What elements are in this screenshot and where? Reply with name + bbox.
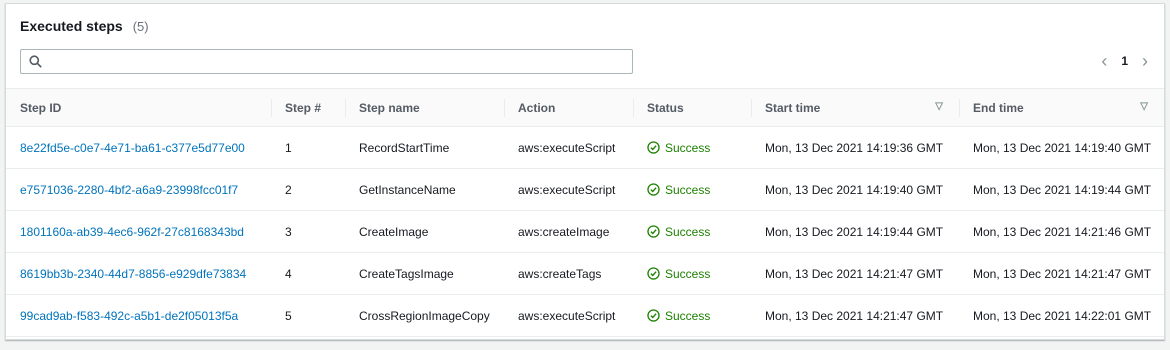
end-time: Mon, 13 Dec 2021 14:21:47 GMT — [973, 266, 1152, 281]
table-row: 99cad9ab-f583-492c-a5b1-de2f05013f5a 5 C… — [6, 295, 1164, 337]
step-number: 1 — [285, 140, 292, 155]
step-action: aws:executeScript — [518, 308, 616, 323]
step-status: Success — [633, 127, 751, 169]
table-row: e7571036-2280-4bf2-a6a9-23998fcc01f7 2 G… — [6, 169, 1164, 211]
start-time: Mon, 13 Dec 2021 14:19:40 GMT — [765, 182, 944, 197]
step-action: aws:createTags — [518, 266, 602, 281]
step-name: CreateImage — [359, 224, 429, 239]
step-status: Success — [633, 295, 751, 337]
step-action: aws:createImage — [518, 224, 610, 239]
column-header-action[interactable]: Action — [504, 89, 633, 127]
end-time: Mon, 13 Dec 2021 14:19:40 GMT — [973, 140, 1152, 155]
step-action: aws:executeScript — [518, 140, 616, 155]
start-time: Mon, 13 Dec 2021 14:21:47 GMT — [765, 266, 944, 281]
end-time: Mon, 13 Dec 2021 14:19:44 GMT — [973, 182, 1152, 197]
step-name: CrossRegionImageCopy — [359, 308, 490, 323]
column-header-step-id[interactable]: Step ID — [6, 89, 271, 127]
panel-header: Executed steps (5) — [20, 18, 149, 38]
step-number: 5 — [285, 308, 292, 323]
start-time: Mon, 13 Dec 2021 14:19:44 GMT — [765, 224, 944, 239]
executed-steps-panel: Executed steps (5) ‹ 1 › Step ID Step # … — [5, 3, 1165, 340]
start-time: Mon, 13 Dec 2021 14:21:47 GMT — [765, 308, 944, 323]
sort-down-icon[interactable]: ▽ — [1140, 101, 1148, 112]
step-number: 4 — [285, 266, 292, 281]
end-time: Mon, 13 Dec 2021 14:21:46 GMT — [973, 224, 1152, 239]
success-check-icon — [647, 267, 660, 280]
pagination: ‹ 1 › — [1101, 52, 1148, 70]
step-id-link[interactable]: e7571036-2280-4bf2-a6a9-23998fcc01f7 — [6, 169, 271, 211]
panel-title: Executed steps — [20, 18, 123, 34]
column-header-start-time[interactable]: Start time ▽ — [751, 89, 959, 127]
success-check-icon — [647, 309, 660, 322]
current-page[interactable]: 1 — [1121, 54, 1128, 68]
success-check-icon — [647, 183, 660, 196]
column-header-step-name[interactable]: Step name — [345, 89, 504, 127]
step-status: Success — [633, 253, 751, 295]
column-header-status[interactable]: Status — [633, 89, 751, 127]
table-row: 1801160a-ab39-4ec6-962f-27c8168343bd 3 C… — [6, 211, 1164, 253]
step-count: (5) — [132, 19, 149, 34]
column-header-end-time[interactable]: End time ▽ — [959, 89, 1164, 127]
step-id-link[interactable]: 8e22fd5e-c0e7-4e71-ba61-c377e5d77e00 — [6, 127, 271, 169]
step-name: CreateTagsImage — [359, 266, 454, 281]
step-id-link[interactable]: 1801160a-ab39-4ec6-962f-27c8168343bd — [6, 211, 271, 253]
search-icon — [29, 55, 42, 68]
step-action: aws:executeScript — [518, 182, 616, 197]
table-row: 8619bb3b-2340-44d7-8856-e929dfe73834 4 C… — [6, 253, 1164, 295]
table-header-row: Step ID Step # Step name Action Status S… — [6, 88, 1164, 127]
steps-table: Step ID Step # Step name Action Status S… — [6, 88, 1164, 337]
table-row: 8e22fd5e-c0e7-4e71-ba61-c377e5d77e00 1 R… — [6, 127, 1164, 169]
step-name: RecordStartTime — [359, 140, 450, 155]
step-number: 3 — [285, 224, 292, 239]
search-box[interactable] — [20, 49, 633, 74]
column-header-step-number[interactable]: Step # — [271, 89, 345, 127]
start-time: Mon, 13 Dec 2021 14:19:36 GMT — [765, 140, 944, 155]
success-check-icon — [647, 141, 660, 154]
step-status: Success — [633, 169, 751, 211]
chevron-left-icon[interactable]: ‹ — [1101, 52, 1107, 70]
success-check-icon — [647, 225, 660, 238]
step-number: 2 — [285, 182, 292, 197]
step-id-link[interactable]: 8619bb3b-2340-44d7-8856-e929dfe73834 — [6, 253, 271, 295]
sort-down-icon[interactable]: ▽ — [935, 101, 943, 112]
search-input[interactable] — [48, 54, 632, 69]
step-status: Success — [633, 211, 751, 253]
chevron-right-icon[interactable]: › — [1142, 52, 1148, 70]
step-id-link[interactable]: 99cad9ab-f583-492c-a5b1-de2f05013f5a — [6, 295, 271, 337]
end-time: Mon, 13 Dec 2021 14:22:01 GMT — [973, 308, 1152, 323]
step-name: GetInstanceName — [359, 182, 456, 197]
